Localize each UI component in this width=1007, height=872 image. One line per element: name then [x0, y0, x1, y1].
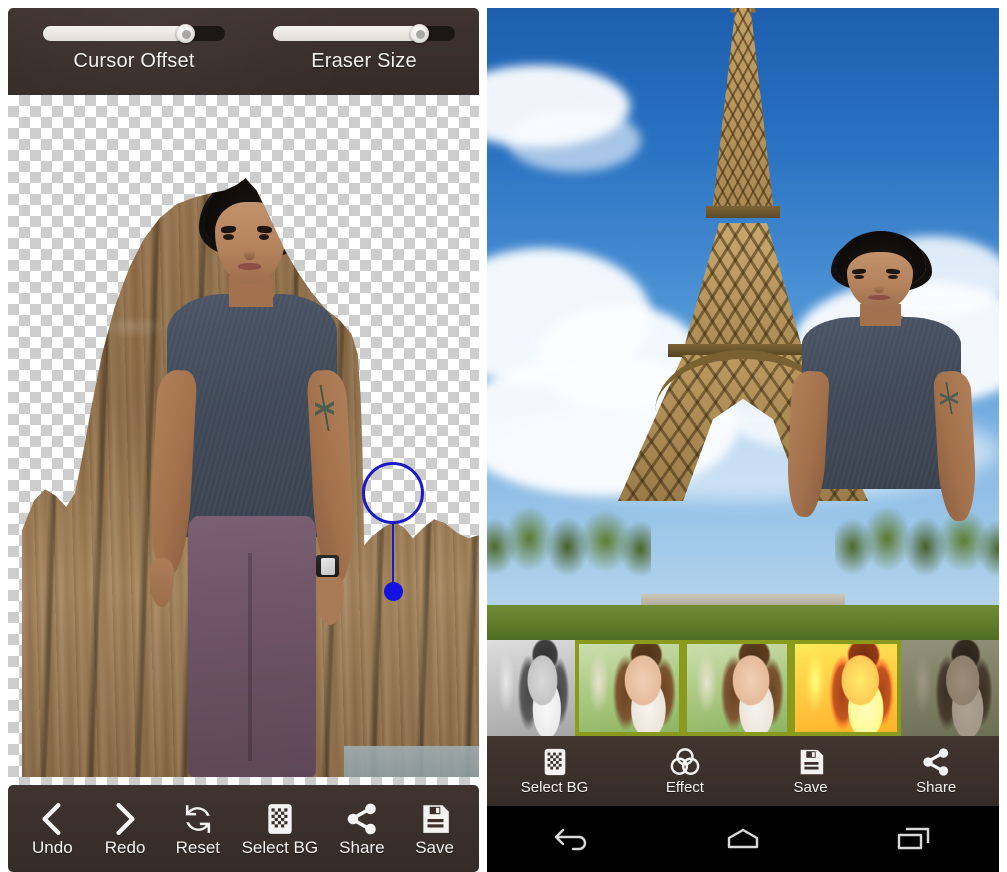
cursor-offset-thumb[interactable]	[175, 24, 195, 43]
person-mouth	[868, 295, 890, 300]
home-icon	[727, 828, 759, 849]
person-pants	[187, 515, 317, 777]
effect-thumbnail-grayscale[interactable]	[487, 640, 575, 736]
checkerboard-icon	[544, 748, 565, 776]
reset-label: Reset	[175, 837, 221, 857]
effect-thumbnail-vintage[interactable]	[901, 640, 999, 736]
preview-select-bg-label: Select BG	[520, 779, 589, 796]
eraser-size-slider-group: Eraser Size	[258, 24, 470, 73]
editor-toolbar: Undo Redo Reset Select BG Share Save	[8, 785, 479, 872]
subject-person	[137, 178, 367, 777]
effect-selection-border	[683, 640, 791, 736]
person-wristwatch	[316, 555, 340, 578]
person-face	[215, 201, 287, 284]
effect-label: Effect	[665, 779, 704, 796]
effect-thumbnail-warm-red[interactable]	[791, 640, 901, 736]
effect-selection-border	[901, 640, 999, 736]
trees-left	[487, 506, 651, 609]
floppy-disk-icon	[422, 804, 449, 833]
preview-share-label: Share	[916, 779, 957, 796]
tower-second-platform	[706, 205, 780, 218]
share-icon	[347, 803, 376, 834]
floppy-disk-icon	[800, 749, 823, 775]
person-nose	[243, 244, 256, 260]
effects-filmstrip[interactable]	[487, 640, 999, 736]
person-right-eye	[887, 274, 898, 280]
edit-canvas[interactable]	[8, 95, 479, 785]
eraser-size-slider[interactable]	[273, 24, 455, 43]
brush-ring-icon	[362, 462, 424, 524]
eraser-size-fill	[273, 26, 419, 41]
eraser-size-label: Eraser Size	[311, 50, 417, 72]
refresh-icon	[185, 804, 210, 833]
person-left-eyebrow	[852, 268, 867, 275]
share-icon	[923, 748, 949, 776]
chevron-right-icon	[116, 802, 135, 835]
preview-save-button[interactable]: Save	[782, 747, 840, 795]
slider-control-bar: Cursor Offset Eraser Size	[8, 8, 479, 95]
effect-thumbnail-original[interactable]	[575, 640, 683, 736]
cursor-offset-slider[interactable]	[43, 24, 225, 43]
nav-home-button[interactable]	[716, 820, 770, 858]
effect-selection-border	[487, 640, 575, 736]
chevron-left-icon	[42, 802, 61, 835]
person-right-eyebrow	[885, 268, 900, 275]
preview-select-bg-button[interactable]: Select BG	[520, 747, 589, 796]
redo-button[interactable]: Redo	[96, 802, 154, 856]
undo-label: Undo	[32, 837, 73, 857]
select-bg-button[interactable]: Select BG	[241, 802, 319, 857]
cursor-offset-fill	[43, 26, 185, 41]
effect-selection-border	[575, 640, 683, 736]
select-bg-label: Select BG	[241, 837, 319, 857]
person-right-eyebrow	[256, 225, 272, 234]
person-tattoo	[315, 385, 334, 431]
editor-screen: Cursor Offset Eraser Size Undo Redo Rese…	[8, 8, 479, 872]
effect-button[interactable]: Effect	[656, 747, 714, 795]
redo-label: Redo	[104, 837, 146, 857]
preview-panel: Select BG Effect Save Share	[487, 0, 1007, 872]
person-mouth	[238, 263, 262, 270]
preview-share-button[interactable]: Share	[907, 747, 965, 795]
screenshot-root: Cursor Offset Eraser Size Undo Redo Rese…	[0, 0, 1007, 872]
undo-button[interactable]: Undo	[23, 802, 81, 856]
person-tattoo	[940, 381, 958, 414]
effect-selection-border	[791, 640, 901, 736]
save-button[interactable]: Save	[406, 802, 464, 856]
checkerboard-icon	[268, 803, 292, 834]
person-face	[846, 251, 914, 310]
person-left-eyebrow	[220, 225, 237, 234]
person-left-hand	[148, 558, 174, 608]
cursor-offset-slider-group: Cursor Offset	[28, 24, 240, 73]
eraser-size-thumb[interactable]	[409, 24, 429, 43]
person-left-arm	[784, 370, 830, 518]
composited-photo[interactable]	[487, 8, 999, 640]
venn-circles-icon	[670, 748, 700, 775]
reset-button[interactable]: Reset	[169, 802, 227, 856]
nav-back-button[interactable]	[545, 820, 599, 858]
preview-save-label: Save	[793, 779, 828, 796]
person-right-hand	[316, 573, 344, 626]
effect-thumbnail-vivid[interactable]	[683, 640, 791, 736]
android-navigation-bar	[487, 806, 999, 872]
share-label: Share	[339, 837, 385, 857]
back-arrow-icon	[555, 828, 587, 851]
cursor-offset-label: Cursor Offset	[73, 50, 195, 72]
nav-recent-apps-button[interactable]	[887, 820, 941, 858]
share-button[interactable]: Share	[333, 802, 391, 856]
cutout-image	[22, 178, 479, 777]
composited-person	[774, 229, 989, 640]
preview-toolbar: Select BG Effect Save Share	[487, 736, 999, 806]
person-nose	[873, 281, 885, 293]
recent-apps-icon	[897, 827, 929, 850]
editor-panel: Cursor Offset Eraser Size Undo Redo Rese…	[0, 0, 487, 872]
preview-screen: Select BG Effect Save Share	[487, 8, 999, 872]
save-label: Save	[415, 837, 454, 857]
tower-upper-section	[712, 8, 774, 213]
